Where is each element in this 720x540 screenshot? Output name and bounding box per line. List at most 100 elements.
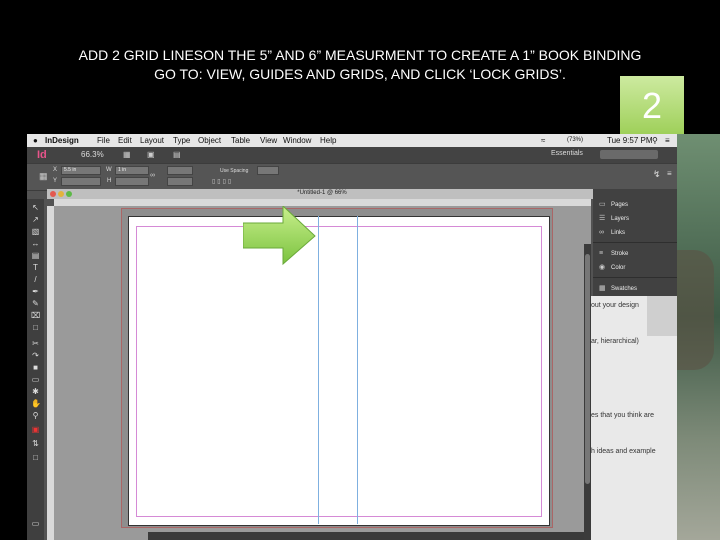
scissors-tool-icon[interactable]: ✂ — [31, 339, 40, 348]
clock[interactable]: Tue 9:57 PM — [607, 134, 653, 147]
document-tab-title: *Untitled-1 @ 66% — [297, 190, 347, 196]
workspace-switcher[interactable]: Essentials — [551, 150, 583, 157]
pen-tool-icon[interactable]: ✒ — [31, 287, 40, 296]
pages-icon: ▭ — [599, 201, 606, 208]
scale-field[interactable] — [167, 166, 193, 175]
lightning-icon[interactable]: ↯ — [653, 169, 661, 180]
application-bar: Id 66.3% ▦ ▣ ▤ Essentials — [27, 147, 677, 163]
menu-item-layout[interactable]: Layout — [140, 134, 164, 147]
formatting-icon[interactable]: □ — [31, 453, 40, 462]
panel-menu-icon[interactable]: ≡ — [667, 169, 672, 178]
tools-panel: ↖ ↗ ▧ ↔ ▤ T / ✒ ✎ ⌧ □ ✂ ↷ ■ ▭ ✱ ✋ ⚲ ▣ ⇅ … — [27, 199, 44, 540]
content-collector-icon[interactable]: ▤ — [31, 251, 40, 260]
background-doc-scroll — [647, 296, 677, 336]
panel-item-color[interactable]: ◉ Color — [593, 262, 677, 274]
stroke-icon: ≡ — [599, 250, 604, 257]
horizontal-scrollbar[interactable] — [148, 532, 584, 540]
fill-stroke-icon[interactable]: ▣ — [31, 425, 40, 434]
background-doc-line-2: ar, hierarchical) — [591, 338, 639, 345]
panel-label-layers: Layers — [611, 216, 630, 222]
y-field[interactable] — [61, 177, 101, 186]
h-label: H — [107, 178, 112, 184]
eyedropper-tool-icon[interactable]: ✱ — [31, 387, 40, 396]
battery-level[interactable]: (73%) — [567, 134, 583, 147]
help-search-input[interactable] — [600, 150, 658, 159]
swatches-icon: ▦ — [599, 285, 606, 292]
panel-label-stroke: Stroke — [611, 251, 629, 257]
menu-item-table[interactable]: Table — [231, 134, 250, 147]
gap-tool-icon[interactable]: ↔ — [31, 239, 40, 248]
hand-tool-icon[interactable]: ✋ — [31, 399, 41, 408]
note-tool-icon[interactable]: ▭ — [31, 375, 40, 384]
rectangle-frame-tool-icon[interactable]: ⌧ — [31, 311, 40, 320]
x-field[interactable]: 5.5 in — [61, 166, 101, 175]
control-panel: ▦ X 5.5 in Y W 1 in H ∞ Use Spacing ▯▯▯▯… — [27, 163, 677, 191]
panel-label-pages: Pages — [611, 202, 629, 208]
screen-mode-icon[interactable]: ▣ — [147, 150, 155, 159]
slide-title: ADD 2 GRID LINESON THE 5” AND 6” MEASURM… — [0, 46, 720, 84]
menu-item-view[interactable]: View — [260, 134, 277, 147]
view-options-icon[interactable]: ▦ — [123, 150, 131, 159]
panel-item-stroke[interactable]: ≡ Stroke — [593, 248, 677, 260]
indesign-screenshot: ● InDesign File Edit Layout Type Object … — [27, 134, 677, 540]
selection-tool-icon[interactable]: ↖ — [31, 203, 40, 212]
ruler-guide-6in[interactable] — [357, 216, 358, 524]
spotlight-icon[interactable]: ⚲ — [652, 134, 658, 147]
distribute-icons[interactable]: ▯▯▯▯ — [212, 178, 233, 185]
swap-colors-icon[interactable]: ⇅ — [31, 439, 40, 448]
background-doc-line-3: es that you think are — [591, 412, 655, 419]
notification-icon[interactable]: ≡ — [665, 134, 670, 147]
menu-item-file[interactable]: File — [97, 134, 110, 147]
page-tool-icon[interactable]: ▧ — [31, 227, 40, 236]
panel-item-pages[interactable]: ▭ Pages — [593, 199, 677, 211]
panel-item-swatches[interactable]: ▦ Swatches — [593, 283, 677, 295]
instruction-line-2: GO TO: VIEW, GUIDES AND GRIDS, AND CLICK… — [154, 66, 566, 82]
panel-separator — [593, 277, 677, 278]
reference-point-icon[interactable]: ▦ — [39, 171, 48, 182]
arrange-documents-icon[interactable]: ▤ — [173, 150, 181, 159]
background-doc-line-4: h ideas and example — [591, 448, 656, 455]
zoom-level[interactable]: 66.3% — [81, 150, 104, 159]
use-spacing-label[interactable]: Use Spacing — [220, 168, 248, 174]
type-tool-icon[interactable]: T — [31, 263, 40, 272]
menu-item-object[interactable]: Object — [198, 134, 221, 147]
document-title-bar[interactable]: *Untitled-1 @ 66% — [47, 189, 597, 199]
w-label: W — [106, 167, 112, 173]
rectangle-tool-icon[interactable]: □ — [31, 323, 40, 332]
background-document[interactable]: out your design ar, hierarchical) es tha… — [591, 296, 677, 540]
x-label: X — [53, 167, 58, 173]
indesign-logo: Id — [37, 149, 47, 161]
wifi-icon[interactable]: ≈ — [541, 134, 545, 147]
screen-mode-tool-icon[interactable]: ▭ — [31, 519, 40, 528]
rotate-field[interactable] — [167, 177, 193, 186]
pointer-arrow — [243, 206, 316, 266]
vertical-ruler[interactable] — [47, 206, 54, 540]
gradient-tool-icon[interactable]: ■ — [31, 363, 40, 372]
w-field[interactable]: 1 in — [115, 166, 149, 175]
h-field[interactable] — [115, 177, 149, 186]
menu-item-window[interactable]: Window — [283, 134, 311, 147]
menu-item-indesign[interactable]: InDesign — [45, 134, 79, 147]
panel-item-layers[interactable]: ☰ Layers — [593, 213, 677, 225]
menu-item-edit[interactable]: Edit — [118, 134, 132, 147]
links-icon: ∞ — [599, 229, 604, 236]
margin-guides — [136, 226, 542, 517]
spacing-field[interactable] — [257, 166, 279, 175]
direct-selection-tool-icon[interactable]: ↗ — [31, 215, 40, 224]
apple-icon[interactable]: ● — [33, 134, 38, 147]
vertical-scroll-thumb[interactable] — [585, 254, 590, 484]
constrain-icon[interactable]: ∞ — [150, 172, 155, 179]
line-tool-icon[interactable]: / — [31, 275, 40, 284]
y-label: Y — [53, 178, 58, 184]
step-badge: 2 — [620, 76, 684, 134]
horizontal-ruler[interactable] — [54, 199, 591, 206]
pencil-tool-icon[interactable]: ✎ — [31, 299, 40, 308]
panel-label-color: Color — [611, 265, 626, 271]
panel-item-links[interactable]: ∞ Links — [593, 227, 677, 239]
panel-separator — [593, 242, 677, 243]
panel-dock: ▭ Pages ☰ Layers ∞ Links ≡ Stroke ◉ Colo… — [593, 189, 677, 302]
menu-item-help[interactable]: Help — [320, 134, 336, 147]
free-transform-tool-icon[interactable]: ↷ — [31, 351, 40, 360]
menu-item-type[interactable]: Type — [173, 134, 190, 147]
zoom-tool-icon[interactable]: ⚲ — [31, 411, 40, 420]
